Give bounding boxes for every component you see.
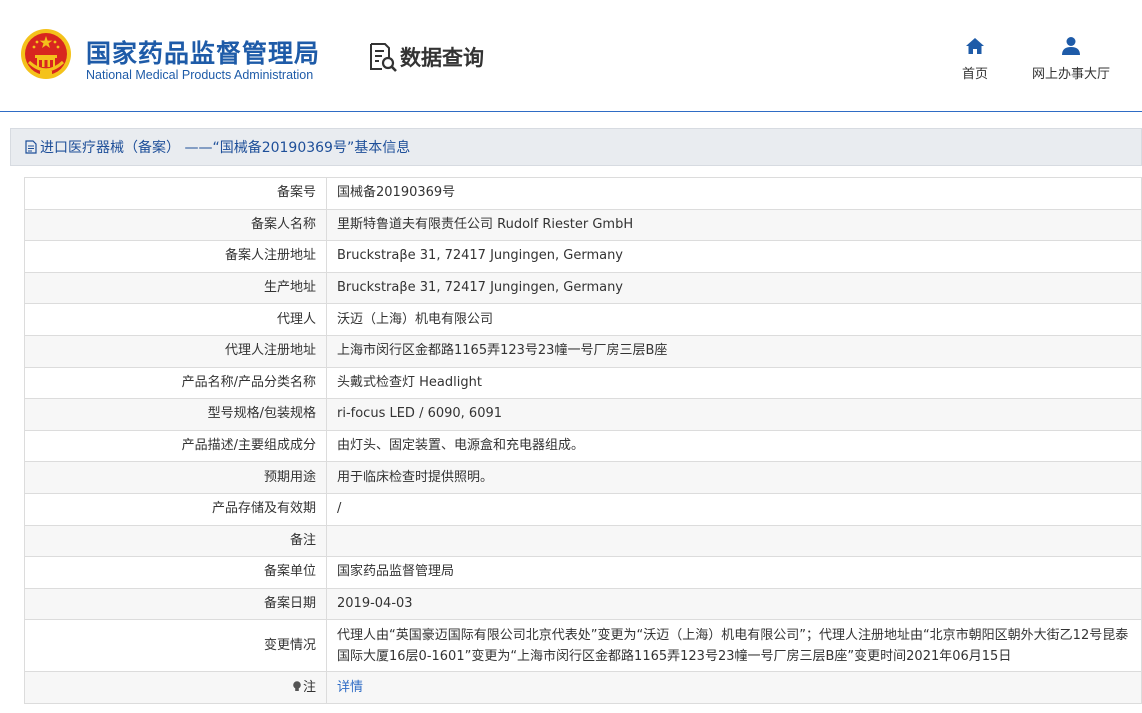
table-row: 生产地址 Bruckstraβe 31, 72417 Jungingen, Ger… bbox=[24, 271, 1142, 305]
data-query-label: 数据查询 bbox=[400, 46, 484, 70]
row-value: 用于临床检查时提供照明。 bbox=[326, 461, 1142, 494]
nav-home[interactable]: 首页 bbox=[955, 36, 995, 82]
row-value: 沃迈（上海）机电有限公司 bbox=[326, 303, 1142, 336]
row-value bbox=[326, 524, 1142, 558]
table-row: 代理人 沃迈（上海）机电有限公司 bbox=[24, 303, 1142, 336]
document-icon bbox=[25, 140, 37, 154]
table-row: 型号规格/包装规格 ri-focus LED / 6090, 6091 bbox=[24, 398, 1142, 431]
row-value: 代理人由“英国豪迈国际有限公司北京代表处”变更为“沃迈（上海）机电有限公司”；代… bbox=[326, 619, 1142, 673]
row-label: 型号规格/包装规格 bbox=[24, 398, 327, 431]
row-label: 产品名称/产品分类名称 bbox=[24, 366, 327, 400]
note-value-cell: 详情 bbox=[326, 671, 1142, 704]
document-search-icon bbox=[370, 43, 397, 72]
nav-online-service-hall[interactable]: 网上办事大厅 bbox=[1026, 36, 1116, 82]
site-subtitle[interactable]: National Medical Products Administration bbox=[86, 68, 313, 82]
details-link[interactable]: 详情 bbox=[337, 680, 363, 695]
nav-home-label: 首页 bbox=[961, 67, 988, 82]
row-label: 变更情况 bbox=[24, 619, 327, 673]
row-label: 备案人名称 bbox=[24, 208, 327, 242]
row-value: Bruckstraβe 31, 72417 Jungingen, Germany bbox=[326, 240, 1142, 273]
row-label: 预期用途 bbox=[24, 461, 327, 494]
row-value: 上海市闵行区金都路1165弄123号23幢一号厂房三层B座 bbox=[326, 334, 1142, 368]
row-label: 备案日期 bbox=[24, 587, 327, 621]
row-label: 备案号 bbox=[24, 177, 327, 210]
row-value: Bruckstraβe 31, 72417 Jungingen, Germany bbox=[326, 271, 1142, 305]
table-row: 备案人注册地址 Bruckstraβe 31, 72417 Jungingen, … bbox=[24, 240, 1142, 273]
row-label: 代理人 bbox=[24, 303, 327, 336]
table-row: 备案日期 2019-04-03 bbox=[24, 587, 1142, 621]
table-row: 备案单位 国家药品监督管理局 bbox=[24, 556, 1142, 589]
row-value: 2019-04-03 bbox=[326, 587, 1142, 621]
row-label: 代理人注册地址 bbox=[24, 334, 327, 368]
record-detail-table: 备案号 国械备20190369号 备案人名称 里斯特鲁道夫有限责任公司 Rudolf… bbox=[24, 177, 1142, 704]
user-icon bbox=[1062, 37, 1080, 55]
row-label: 产品描述/主要组成成分 bbox=[24, 429, 327, 463]
nav-hall-label: 网上办事大厅 bbox=[1031, 67, 1110, 82]
table-row: 注 详情 bbox=[24, 671, 1142, 704]
row-value: ri-focus LED / 6090, 6091 bbox=[326, 398, 1142, 431]
row-value: / bbox=[326, 492, 1142, 526]
home-icon bbox=[966, 38, 984, 54]
table-row: 产品存储及有效期 / bbox=[24, 492, 1142, 526]
note-label: 注 bbox=[302, 679, 316, 695]
row-value: 里斯特鲁道夫有限责任公司 Rudolf Riester GmbH bbox=[326, 208, 1142, 242]
breadcrumb-text: 进口医疗器械（备案） ——“国械备20190369号”基本信息 bbox=[40, 140, 411, 156]
table-row: 备案号 国械备20190369号 bbox=[24, 177, 1142, 210]
table-row: 预期用途 用于临床检查时提供照明。 bbox=[24, 461, 1142, 494]
row-label: 备注 bbox=[24, 524, 327, 558]
table-row: 代理人注册地址 上海市闵行区金都路1165弄123号23幢一号厂房三层B座 bbox=[24, 334, 1142, 368]
table-row: 产品描述/主要组成成分 由灯头、固定装置、电源盒和充电器组成。 bbox=[24, 429, 1142, 463]
row-label: 备案人注册地址 bbox=[24, 240, 327, 273]
row-value: 由灯头、固定装置、电源盒和充电器组成。 bbox=[326, 429, 1142, 463]
row-label: 产品存储及有效期 bbox=[24, 492, 327, 526]
row-label: 生产地址 bbox=[24, 271, 327, 305]
site-title[interactable]: 国家药品监督管理局 bbox=[86, 34, 320, 70]
table-row: 变更情况 代理人由“英国豪迈国际有限公司北京代表处”变更为“沃迈（上海）机电有限公… bbox=[24, 619, 1142, 673]
note-label-cell: 注 bbox=[24, 671, 327, 704]
national-emblem-icon[interactable] bbox=[20, 28, 72, 80]
table-row: 产品名称/产品分类名称 头戴式检查灯 Headlight bbox=[24, 366, 1142, 400]
row-value: 国家药品监督管理局 bbox=[326, 556, 1142, 589]
row-label: 备案单位 bbox=[24, 556, 327, 589]
table-row: 备案人名称 里斯特鲁道夫有限责任公司 Rudolf Riester GmbH bbox=[24, 208, 1142, 242]
data-query-heading[interactable]: 数据查询 bbox=[368, 42, 484, 72]
row-value: 国械备20190369号 bbox=[326, 177, 1142, 210]
row-value: 头戴式检查灯 Headlight bbox=[326, 366, 1142, 400]
site-header: 国家药品监督管理局 National Medical Products Admi… bbox=[0, 0, 1142, 112]
table-row: 备注 bbox=[24, 524, 1142, 558]
lightbulb-icon bbox=[293, 680, 301, 691]
breadcrumb: 进口医疗器械（备案） ——“国械备20190369号”基本信息 bbox=[10, 128, 1142, 166]
